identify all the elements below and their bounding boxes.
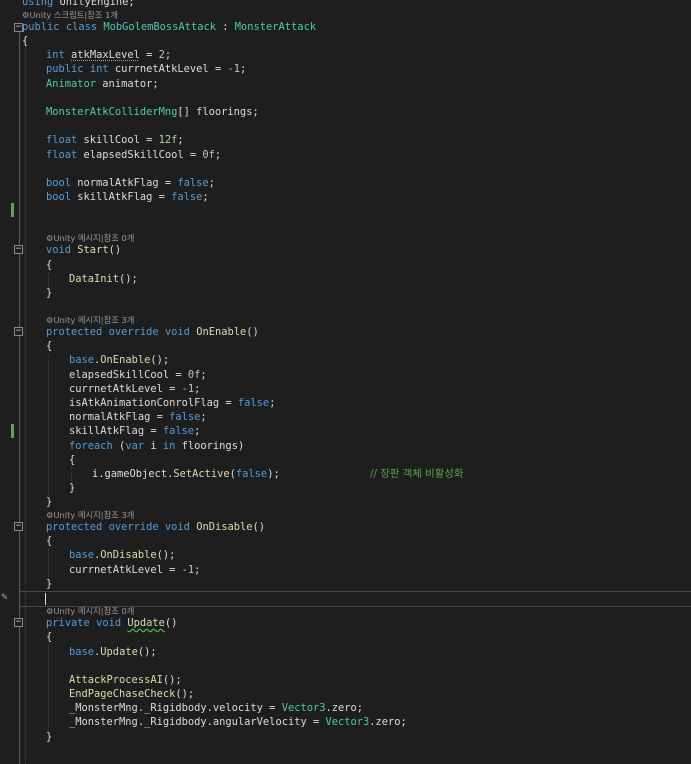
code-line[interactable]: } [46, 577, 52, 591]
code-line[interactable]: base.OnDisable(); [69, 548, 175, 562]
code-line[interactable]: base.OnEnable(); [69, 353, 169, 367]
code-line[interactable]: { [69, 453, 75, 467]
code-line[interactable]: float elapsedSkillCool = 0f; [46, 148, 221, 162]
code-line[interactable]: normalAtkFlag = false; [69, 410, 207, 424]
code-line[interactable]: { [22, 34, 28, 48]
code-line[interactable]: bool skillAtkFlag = false; [46, 190, 209, 204]
collapse-icon[interactable] [14, 618, 23, 627]
code-line[interactable]: public class MobGolemBossAttack : Monste… [22, 20, 316, 34]
code-line[interactable]: _MonsterMng._Rigidbody.angularVelocity =… [69, 715, 407, 729]
code-line[interactable]: private void Update() [46, 616, 177, 630]
code-line[interactable]: } [46, 730, 52, 744]
code-line[interactable]: MonsterAtkColliderMng[] floorings; [46, 105, 259, 119]
outline-line [19, 31, 20, 764]
code-line[interactable]: protected override void OnDisable() [46, 520, 265, 534]
code-line[interactable]: foreach (var i in floorings) [69, 439, 244, 453]
code-line[interactable]: i.gameObject.SetActive(false); [92, 467, 280, 481]
code-line[interactable]: { [46, 258, 52, 272]
code-line[interactable]: elapsedSkillCool = 0f; [69, 368, 207, 382]
code-line[interactable]: isAtkAnimationConrolFlag = false; [69, 396, 275, 410]
editor-gutter [0, 0, 14, 764]
collapse-icon[interactable] [14, 522, 23, 531]
pencil-icon[interactable]: ✎ [1, 590, 8, 603]
collapse-icon[interactable] [14, 327, 23, 336]
code-line[interactable]: currnetAtkLevel = -1; [69, 563, 200, 577]
code-line[interactable]: protected override void OnEnable() [46, 325, 259, 339]
code-line[interactable]: currnetAtkLevel = -1; [69, 382, 200, 396]
code-line[interactable]: DataInit(); [69, 272, 138, 286]
indent-guide [48, 354, 49, 495]
code-line[interactable]: AttackProcessAI(); [69, 673, 182, 687]
change-marker [11, 424, 14, 438]
code-line[interactable]: EndPageChaseCheck(); [69, 687, 194, 701]
code-editor[interactable]: ✎ using UnityEngine; ⚙Unity 스크립트|참조 1개 p… [0, 0, 691, 764]
code-line[interactable]: using UnityEngine; [22, 0, 135, 9]
code-line[interactable]: } [46, 495, 52, 509]
indent-guide [25, 40, 26, 764]
code-line[interactable]: { [46, 630, 52, 644]
code-line[interactable]: int atkMaxLevel = 2; [46, 48, 171, 62]
text-caret [45, 593, 46, 605]
indent-guide [48, 549, 49, 579]
code-line[interactable]: float skillCool = 12f; [46, 133, 184, 147]
code-line[interactable]: _MonsterMng._Rigidbody.velocity = Vector… [69, 701, 363, 715]
code-line[interactable]: } [69, 481, 75, 495]
code-comment[interactable]: // 장판 객체 비활성화 [370, 467, 463, 481]
code-line[interactable]: void Start() [46, 243, 121, 257]
collapse-icon[interactable] [14, 245, 23, 254]
code-line[interactable]: { [46, 534, 52, 548]
indent-guide [48, 645, 49, 732]
indent-guide [71, 467, 72, 481]
code-line[interactable]: bool normalAtkFlag = false; [46, 176, 215, 190]
code-line[interactable]: } [46, 286, 52, 300]
code-line[interactable]: public int currnetAtkLevel = -1; [46, 62, 246, 76]
code-line[interactable]: Animator animator; [46, 77, 159, 91]
code-line[interactable]: { [46, 339, 52, 353]
code-line[interactable]: base.Update(); [69, 645, 157, 659]
change-marker [11, 203, 14, 217]
code-line[interactable]: skillAtkFlag = false; [69, 424, 200, 438]
